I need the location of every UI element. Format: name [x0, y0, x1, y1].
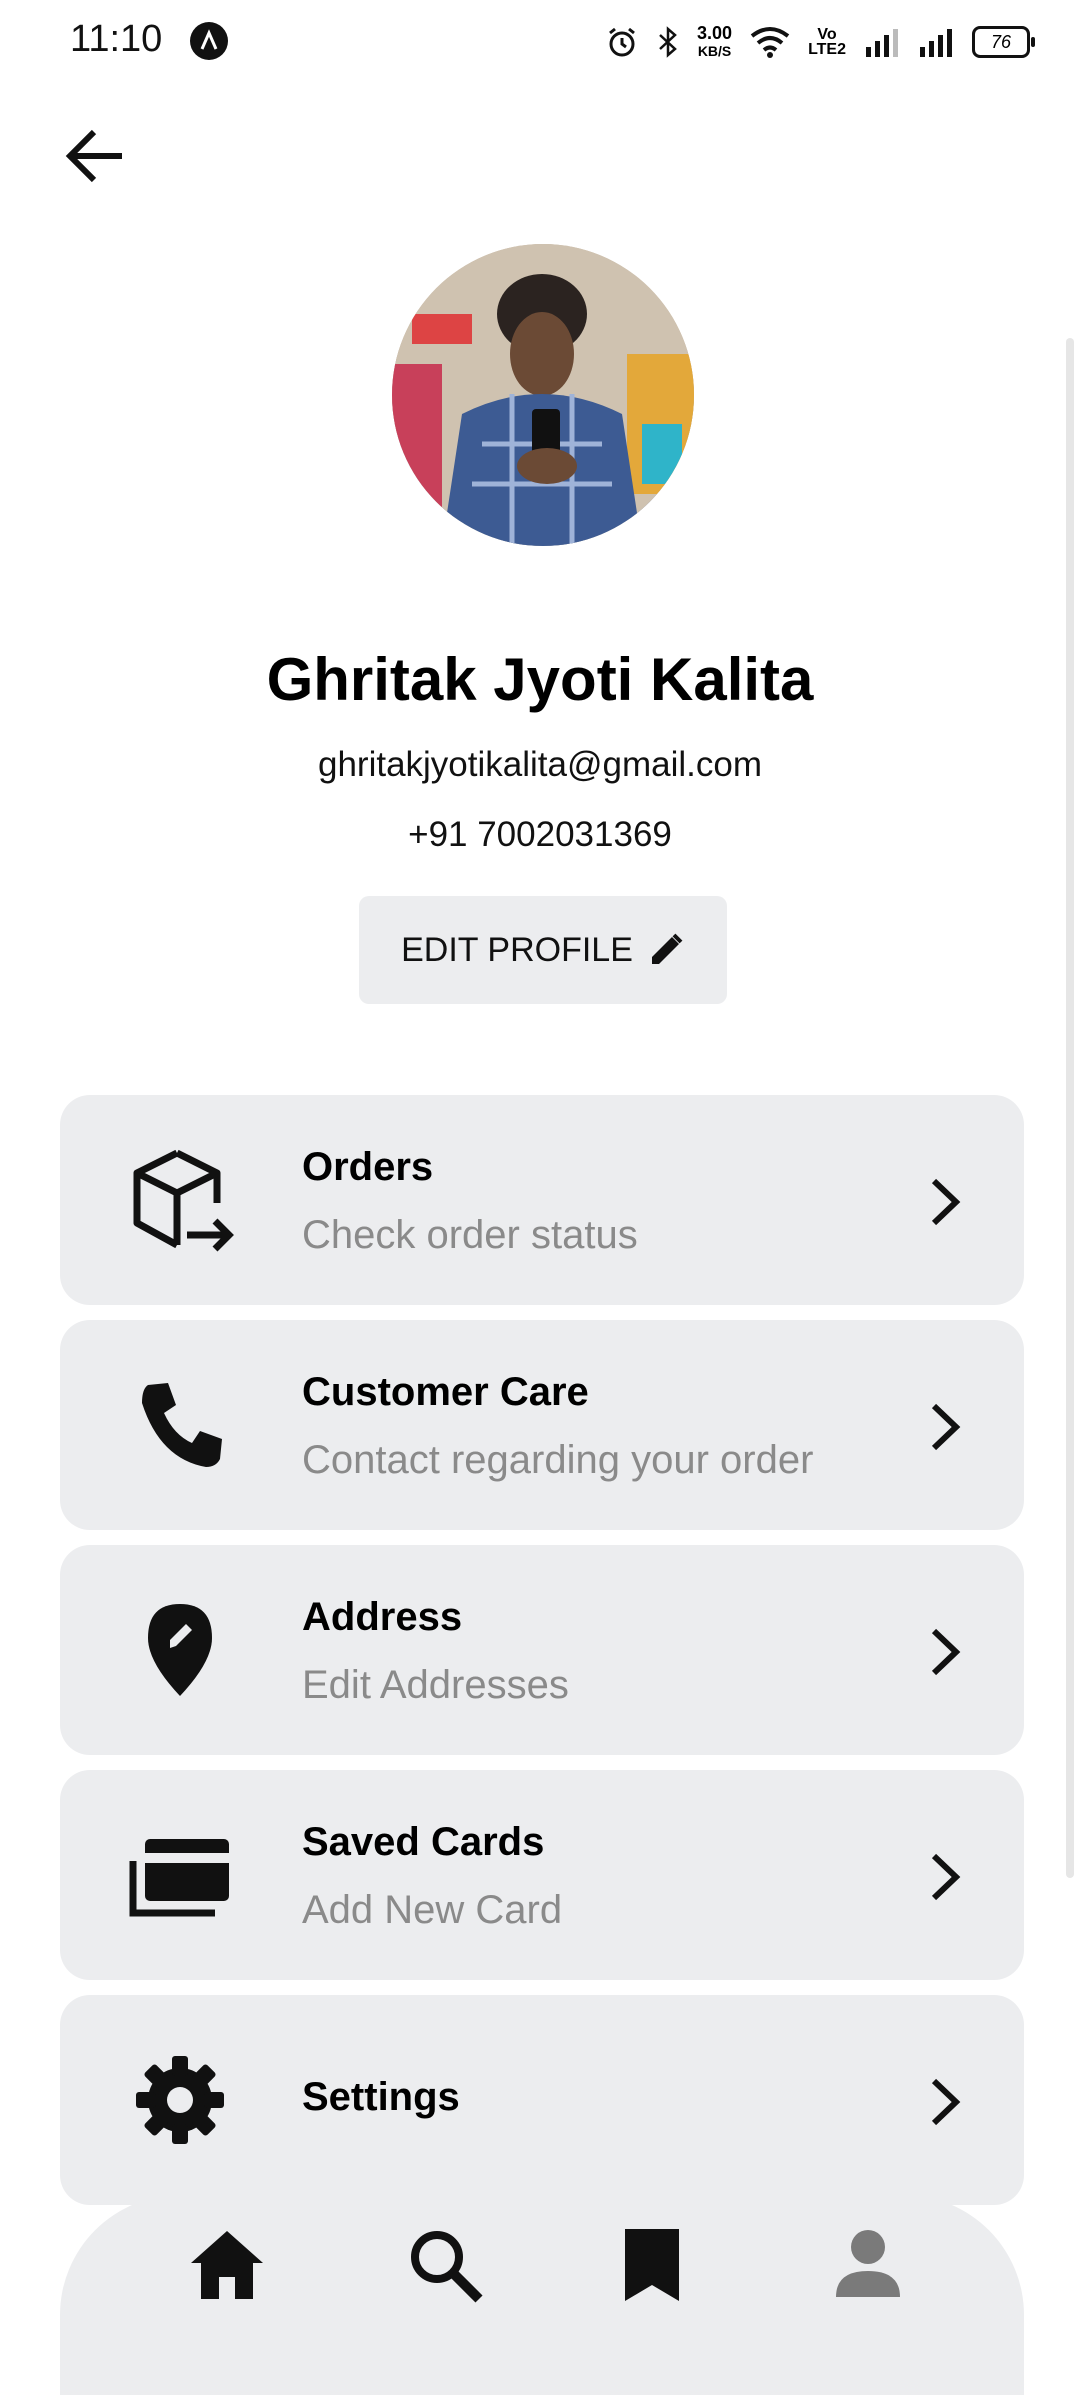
- status-time: 11:10: [70, 18, 163, 60]
- nav-bookmarks[interactable]: [602, 2215, 702, 2315]
- menu-item-subtitle: Add New Card: [302, 1888, 563, 1932]
- chevron-right-icon: [931, 1403, 961, 1451]
- chevron-right-icon: [931, 1178, 961, 1226]
- back-arrow-icon: [65, 129, 122, 183]
- pencil-icon: [651, 933, 683, 964]
- app-notification-icon: [190, 22, 228, 60]
- phone-icon: [120, 1365, 240, 1485]
- menu-item-settings[interactable]: Settings: [60, 1995, 1024, 2205]
- menu-item-subtitle: Contact regarding your order: [302, 1438, 814, 1482]
- chevron-right-icon: [931, 2078, 961, 2126]
- back-button[interactable]: [60, 120, 150, 200]
- package-export-icon: [120, 1140, 240, 1260]
- volte-indicator: Vo LTE2: [808, 26, 846, 58]
- nav-profile[interactable]: [818, 2215, 918, 2315]
- search-icon: [411, 2231, 483, 2303]
- person-icon: [836, 2230, 900, 2297]
- menu-item-title: Settings: [302, 2075, 460, 2119]
- bluetooth-icon: [659, 26, 677, 58]
- alarm-icon: [609, 27, 635, 57]
- wifi-icon: [750, 27, 790, 58]
- edit-profile-button[interactable]: EDIT PROFILE: [359, 896, 727, 1004]
- menu-item-subtitle: Check order status: [302, 1213, 638, 1257]
- menu-item-title: Orders: [302, 1145, 434, 1189]
- scrollbar[interactable]: [1066, 338, 1074, 1878]
- location-pin-icon: [120, 1590, 240, 1710]
- signal-icon-2: [920, 29, 952, 57]
- menu-item-title: Saved Cards: [302, 1820, 545, 1864]
- battery-icon: 76: [972, 26, 1035, 58]
- profile-name: Ghritak Jyoti Kalita: [266, 646, 814, 713]
- profile-phone: +91 7002031369: [408, 815, 672, 854]
- edit-profile-label: EDIT PROFILE: [401, 930, 633, 969]
- menu-item-address[interactable]: Address Edit Addresses: [60, 1545, 1024, 1755]
- avatar: [392, 244, 694, 546]
- profile-email: ghritakjyotikalita@gmail.com: [317, 745, 762, 784]
- gear-icon: [120, 2040, 240, 2160]
- cards-icon: [120, 1815, 240, 1935]
- menu-item-orders[interactable]: Orders Check order status: [60, 1095, 1024, 1305]
- chevron-right-icon: [931, 1628, 961, 1676]
- nav-search[interactable]: [395, 2215, 495, 2315]
- status-icons: 3.00 KB/S Vo LTE2 76: [605, 20, 1035, 64]
- menu-item-title: Address: [302, 1595, 463, 1639]
- chevron-right-icon: [931, 1853, 961, 1901]
- bottom-navigation: [60, 2195, 1024, 2395]
- menu-item-title: Customer Care: [302, 1370, 589, 1414]
- bookmark-icon: [625, 2229, 679, 2301]
- menu-item-subtitle: Edit Addresses: [302, 1663, 569, 1707]
- network-speed: 3.00 KB/S: [697, 23, 733, 59]
- menu-item-customer-care[interactable]: Customer Care Contact regarding your ord…: [60, 1320, 1024, 1530]
- nav-home[interactable]: [177, 2215, 277, 2315]
- menu-item-saved-cards[interactable]: Saved Cards Add New Card: [60, 1770, 1024, 1980]
- signal-icon-1: [866, 29, 898, 57]
- home-icon: [191, 2231, 263, 2299]
